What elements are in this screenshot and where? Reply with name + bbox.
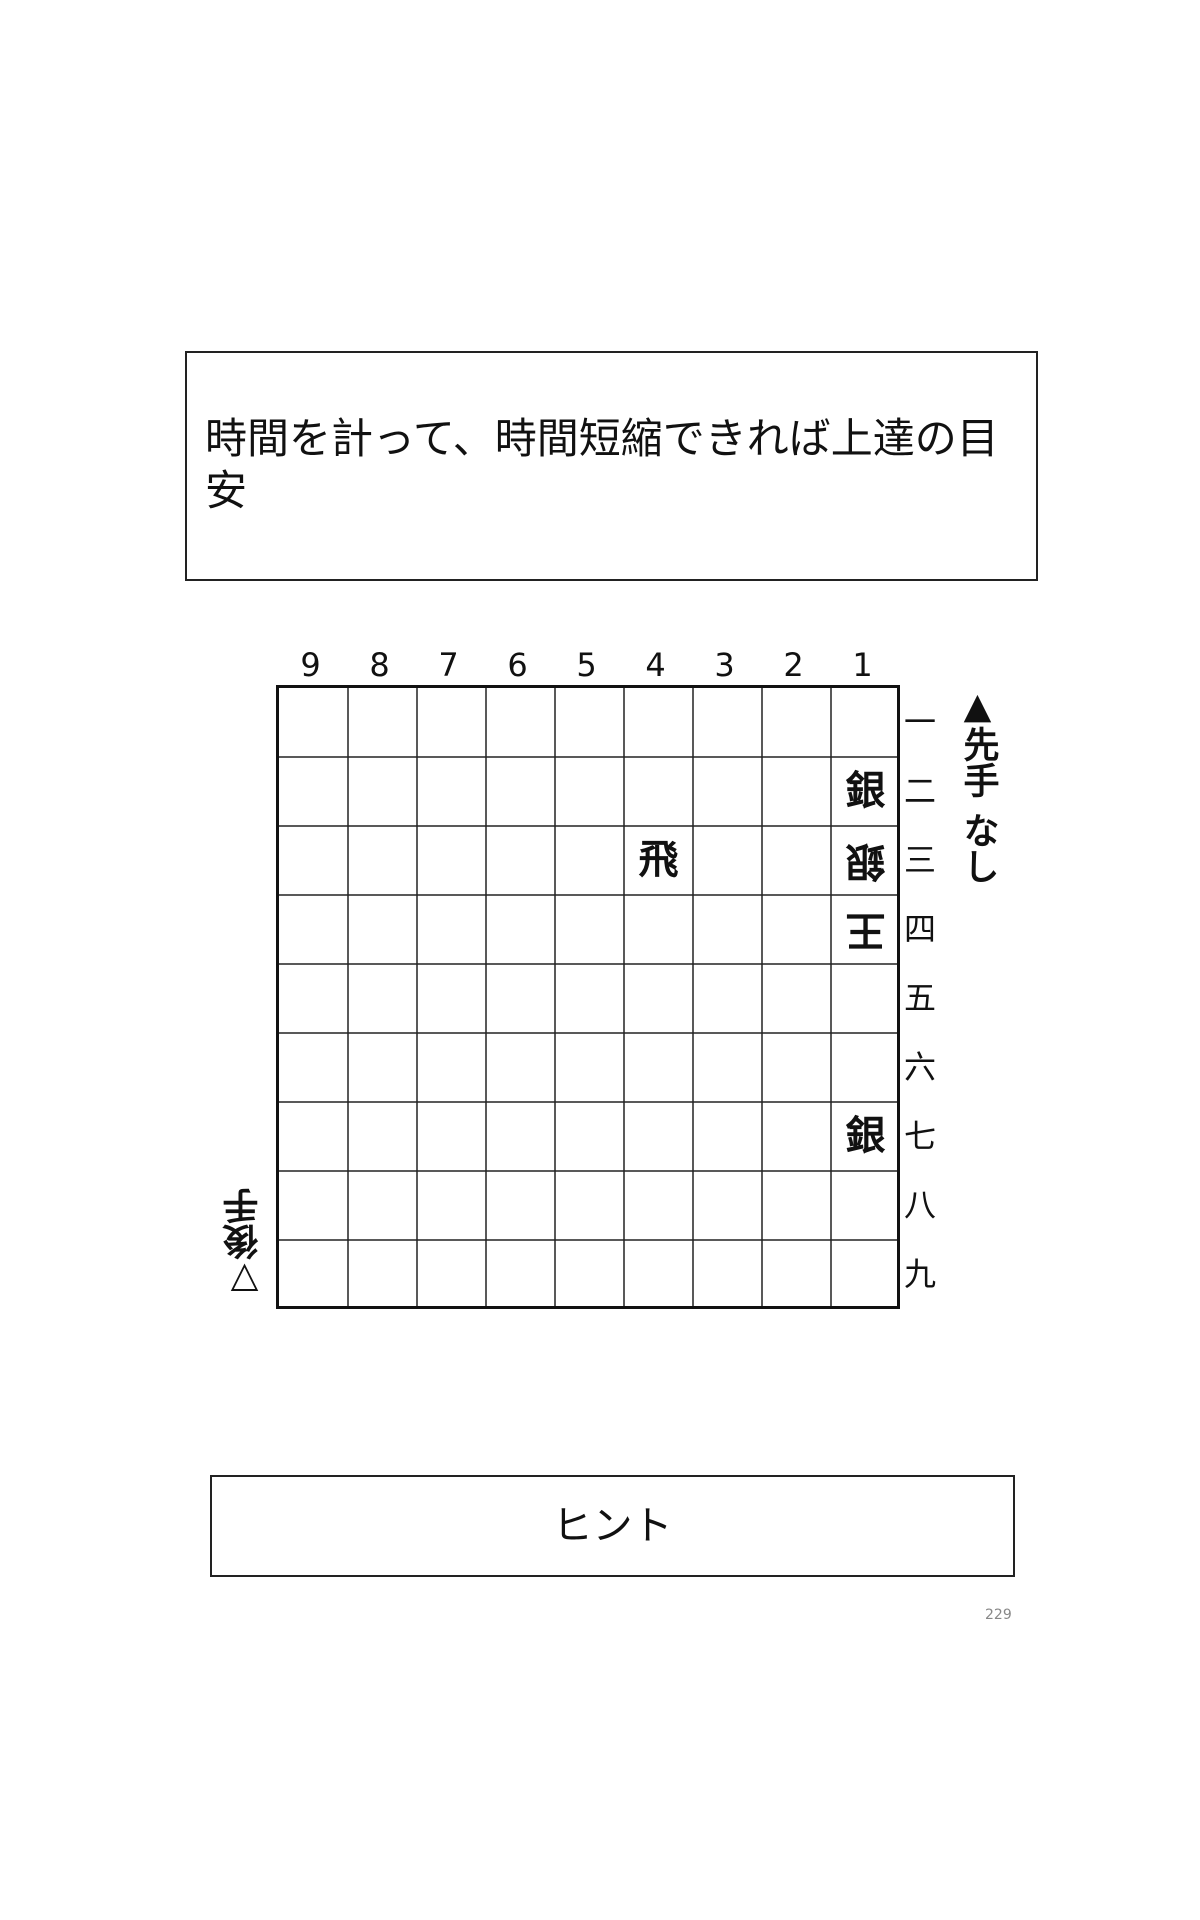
rank-label: 九 — [903, 1255, 936, 1293]
file-label: 8 — [369, 646, 390, 684]
file-label: 1 — [852, 646, 873, 684]
sente-label-text: 先手 — [957, 726, 999, 798]
gote-mark: ▽ — [230, 1259, 259, 1300]
file-label: 7 — [438, 646, 459, 684]
rank-label: 四 — [903, 910, 936, 948]
board-piece-sente[interactable]: 飛 — [624, 826, 693, 895]
sente-mark: ▲ — [963, 686, 992, 727]
sente-info: ▲ 先手 なし — [955, 688, 1000, 892]
file-label: 2 — [783, 646, 804, 684]
rank-label: 三 — [903, 841, 936, 879]
file-label: 4 — [645, 646, 666, 684]
gote-label-text: 後手 — [223, 1188, 265, 1260]
board-grid — [279, 688, 897, 1306]
instruction-box: 時間を計って、時間短縮できれば上達の目安 — [185, 351, 1038, 581]
rank-label: 二 — [903, 772, 936, 810]
file-labels: 9 8 7 6 5 4 3 2 1 — [276, 640, 900, 690]
rank-label: 七 — [903, 1117, 936, 1155]
board-piece-sente[interactable]: 銀 — [831, 757, 900, 826]
gote-info: ▽ 後手 — [222, 1180, 267, 1300]
rank-label: 六 — [903, 1048, 936, 1086]
file-label: 9 — [300, 646, 321, 684]
rank-label: 五 — [903, 979, 936, 1017]
file-label: 5 — [576, 646, 597, 684]
file-label: 6 — [507, 646, 528, 684]
rank-labels: 一二三四五六七八九 — [900, 688, 940, 1308]
hint-button[interactable]: ヒント — [210, 1475, 1015, 1577]
file-label: 3 — [714, 646, 735, 684]
rank-label: 八 — [903, 1186, 936, 1224]
rank-label: 一 — [903, 703, 936, 741]
page-number: 229 — [985, 1607, 1012, 1623]
shogi-board[interactable]: 銀銀飛王銀 — [276, 685, 900, 1309]
board-piece-sente[interactable]: 銀 — [831, 1102, 900, 1171]
instruction-text: 時間を計って、時間短縮できれば上達の目安 — [205, 414, 999, 515]
board-piece-gote[interactable]: 銀 — [831, 826, 900, 895]
sente-hand: なし — [957, 812, 999, 884]
board-piece-gote[interactable]: 王 — [831, 895, 900, 964]
